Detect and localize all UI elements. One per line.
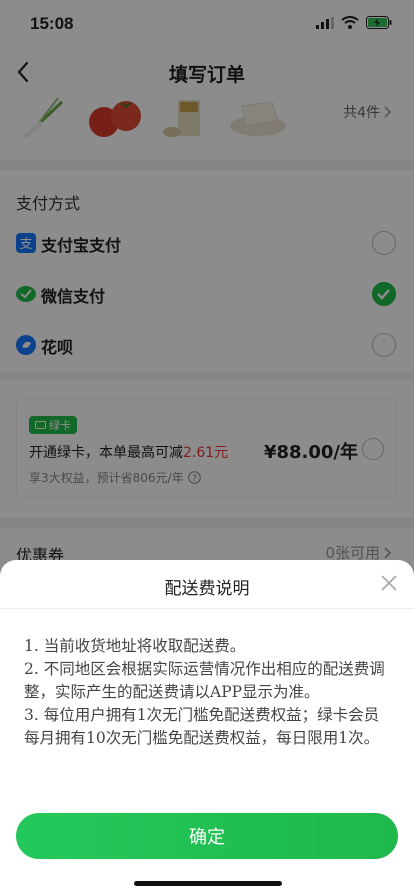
sheet-line: 2. 不同地区会根据实际运营情况作出相应的配送费调整，实际产生的配送费请以APP… <box>24 660 385 701</box>
delivery-fee-sheet: 配送费说明 1. 当前收货地址将收取配送费。 2. 不同地区会根据实际运营情况作… <box>0 560 414 896</box>
close-icon[interactable] <box>378 572 400 594</box>
home-indicator <box>134 881 282 886</box>
divider <box>0 608 414 609</box>
confirm-button[interactable]: 确定 <box>16 813 398 859</box>
sheet-line: 1. 当前收货地址将收取配送费。 <box>24 637 246 655</box>
sheet-body: 1. 当前收货地址将收取配送费。 2. 不同地区会根据实际运营情况作出相应的配送… <box>24 635 392 750</box>
sheet-title: 配送费说明 <box>164 579 250 599</box>
sheet-line: 3. 每位用户拥有1次无门槛免配送费权益；绿卡会员每月拥有10次无门槛免配送费权… <box>24 706 380 747</box>
